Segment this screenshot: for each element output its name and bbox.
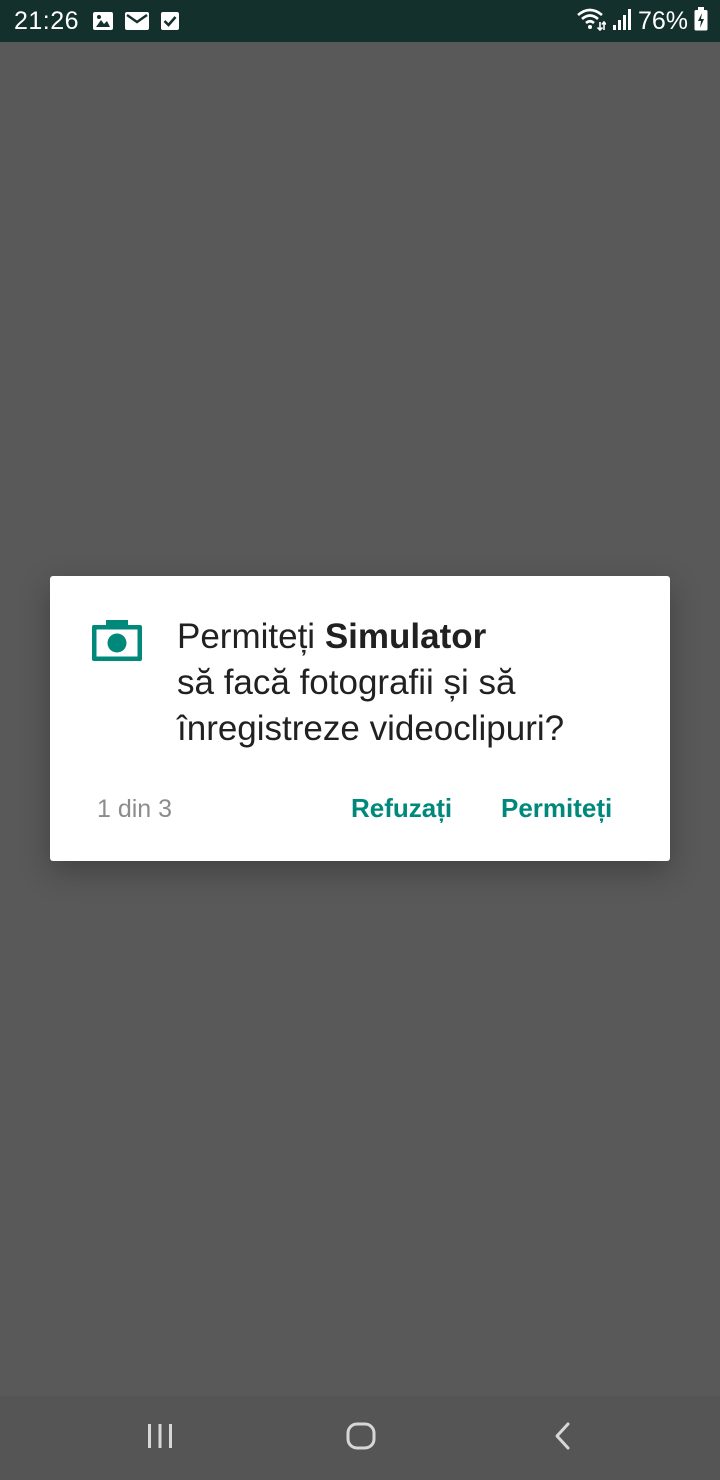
app-name: Simulator [324, 617, 487, 656]
battery-charging-icon [694, 6, 708, 36]
message-prefix: Permiteți [177, 617, 325, 656]
camera-icon [90, 616, 144, 664]
status-time: 21:26 [14, 7, 80, 35]
checkbox-icon [160, 10, 180, 32]
back-icon [551, 1421, 575, 1456]
notification-icons [92, 10, 180, 32]
wifi-icon [576, 6, 607, 37]
message-suffix: să facă fotografii și să înregistreze vi… [177, 663, 565, 748]
deny-button[interactable]: Refuzați [351, 791, 452, 825]
image-icon [92, 10, 114, 32]
dialog-message: Permiteți Simulator să facă fotografii și… [177, 614, 637, 752]
permission-counter: 1 din 3 [97, 795, 173, 823]
status-bar: 21:26 76% [0, 0, 720, 42]
mail-icon [124, 10, 150, 32]
navigation-bar [0, 1396, 720, 1480]
allow-button[interactable]: Permiteți [501, 791, 612, 825]
system-icons: 76% [576, 6, 708, 36]
permission-dialog: Permiteți Simulator să facă fotografii și… [50, 576, 670, 861]
recents-icon [145, 1422, 175, 1455]
signal-icon [612, 7, 632, 36]
home-button[interactable] [336, 1414, 386, 1462]
home-icon [345, 1421, 377, 1456]
back-button[interactable] [538, 1414, 588, 1462]
recents-button[interactable] [135, 1414, 185, 1462]
battery-percent: 76% [637, 7, 688, 35]
